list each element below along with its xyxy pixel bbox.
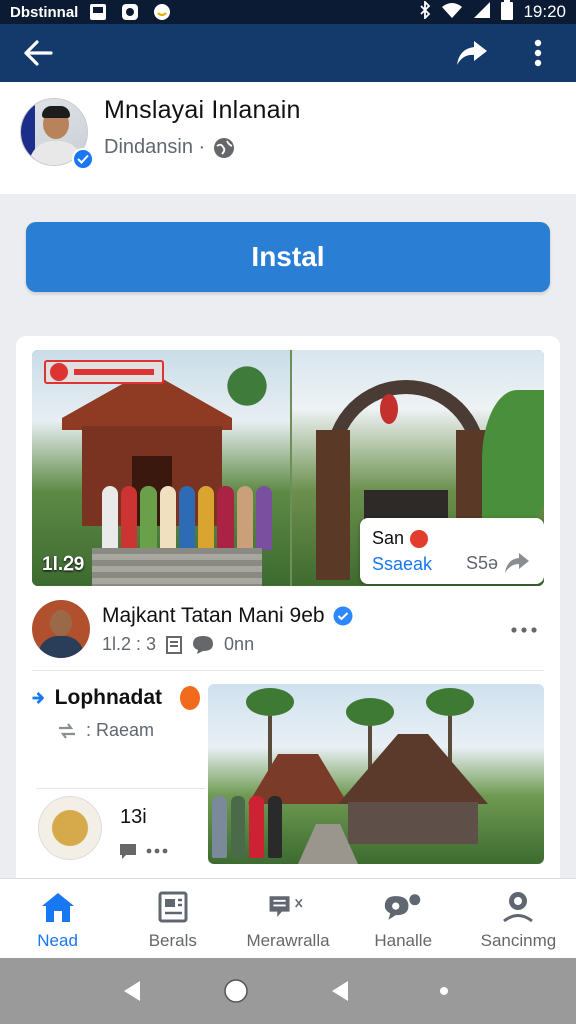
more-horizontal-icon	[146, 848, 168, 854]
post-timestamp: 1l.2 : 3	[102, 634, 157, 654]
mini-post-1-sub: : Raeam	[86, 720, 155, 740]
nav-item-home[interactable]: Nead	[0, 879, 115, 958]
share-arrow-icon	[457, 41, 487, 65]
village-photo[interactable]	[208, 684, 544, 864]
more-options-button[interactable]	[518, 33, 558, 73]
share-chip-link[interactable]: Ssaeak	[372, 554, 432, 575]
mini-post-1[interactable]: Lophnadat : Raeam	[30, 686, 200, 750]
nav-item-settings[interactable]: Sancinmg	[461, 879, 576, 958]
nav-item-messages[interactable]: Merawralla	[230, 879, 345, 958]
hero-photo[interactable]: 1l.ᒿ9 San Ssaeak S5ə	[32, 350, 544, 586]
smile-notification-icon	[152, 3, 172, 21]
profile-subtitle: Dindansin ·	[104, 136, 235, 159]
dot-icon	[440, 987, 448, 995]
arrow-left-icon	[24, 40, 53, 66]
clock: 19:20	[523, 2, 566, 21]
location-pin-icon	[50, 363, 68, 381]
battery-icon	[501, 0, 514, 25]
back-button[interactable]	[18, 33, 58, 73]
divider	[36, 788, 206, 789]
profile-avatar[interactable]	[20, 98, 94, 172]
bluetooth-icon	[419, 0, 431, 24]
share-button[interactable]	[452, 33, 492, 73]
install-button[interactable]: Instal	[26, 222, 550, 292]
post-header: Majkant Tatan Mani 9eb 1l.2 : 3 0nn	[32, 600, 544, 666]
profile-header: Mnslayai Inlanain Dindansin ·	[0, 82, 576, 194]
share-chip-count: S5ə	[466, 552, 499, 573]
reshare-icon	[59, 722, 75, 739]
notification-icon	[88, 3, 108, 21]
post-more-button[interactable]	[508, 618, 540, 642]
chat-bubble-icon	[385, 894, 421, 920]
post-author-name[interactable]: Majkant Tatan Mani 9eb	[102, 604, 325, 628]
bottom-navigation: Nead Berals Merawralla Hanalle Sancinmg	[0, 878, 576, 958]
share-arrow-icon	[505, 553, 530, 573]
verified-icon	[333, 606, 353, 626]
system-home-button[interactable]	[216, 971, 256, 1011]
food-thumbnail	[38, 796, 102, 860]
nav-label: Berals	[148, 931, 197, 950]
signal-icon	[473, 1, 491, 24]
more-horizontal-icon	[511, 627, 537, 633]
post-meta: 1l.2 : 3 0nn	[102, 634, 254, 655]
system-back-button[interactable]	[112, 971, 152, 1011]
photo-tag-badge	[44, 360, 164, 384]
mini-post-1-title: Lophnadat	[54, 686, 162, 709]
triangle-recents-icon	[332, 981, 348, 1001]
person-icon	[503, 892, 534, 923]
app-bar	[0, 24, 576, 82]
nav-label: Sancinmg	[480, 931, 557, 950]
page-icon	[166, 635, 183, 654]
share-chip[interactable]: San Ssaeak S5ə	[360, 518, 544, 584]
nav-label: Nead	[37, 931, 78, 950]
nav-label: Hanalle	[374, 931, 433, 950]
comment-icon	[120, 844, 136, 859]
app-notification-icon	[120, 3, 140, 21]
triangle-back-icon	[124, 981, 140, 1001]
system-recents-button[interactable]	[320, 971, 360, 1011]
home-icon	[41, 893, 74, 922]
forward-arrow-icon	[32, 692, 44, 704]
temple-scene-image	[32, 350, 290, 586]
mini-post-2[interactable]: 13i	[38, 796, 208, 866]
chat-menu-icon	[269, 896, 303, 917]
post-comment-count: 0nn	[224, 634, 255, 654]
divider	[32, 670, 544, 671]
share-chip-title: San	[372, 528, 405, 548]
verified-badge-icon	[72, 148, 94, 170]
feed-card: 1l.ᒿ9 San Ssaeak S5ə Majkant Tatan Mani …	[16, 336, 560, 896]
profile-subtitle-text: Dindansin ·	[104, 136, 206, 158]
system-navigation-bar	[0, 958, 576, 1024]
mini-post-2-number: 13i	[120, 806, 147, 828]
nav-label: Merawralla	[246, 931, 330, 950]
post-author-row: Majkant Tatan Mani 9eb	[102, 604, 353, 628]
nav-item-pages[interactable]: Berals	[115, 879, 230, 958]
more-vertical-icon	[534, 39, 542, 67]
status-bar: Dbstinnal 19:20	[0, 0, 576, 24]
page-icon	[158, 891, 188, 923]
profile-name: Mnslayai Inlanain	[104, 96, 301, 124]
reaction-icon	[180, 686, 200, 710]
system-dot-button[interactable]	[424, 971, 464, 1011]
wifi-icon	[441, 1, 463, 24]
circle-home-icon	[224, 979, 248, 1003]
globe-icon	[214, 137, 235, 158]
flower-icon	[410, 529, 429, 548]
post-author-avatar[interactable]	[32, 600, 90, 658]
photo-count: 1l.ᒿ9	[42, 554, 85, 575]
carrier-label: Dbstinnal	[10, 3, 79, 21]
comment-icon	[193, 635, 214, 654]
nav-item-chat[interactable]: Hanalle	[346, 879, 461, 958]
